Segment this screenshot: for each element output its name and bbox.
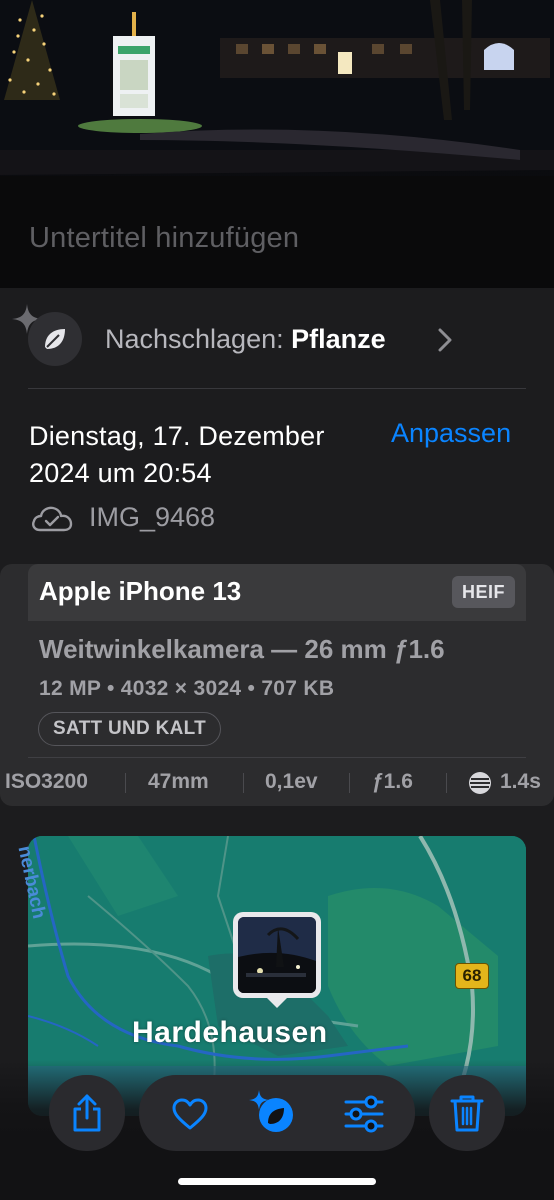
exif-focal-length: 47mm (148, 770, 209, 793)
visual-lookup-button[interactable] (246, 1088, 298, 1136)
divider (28, 757, 526, 758)
image-specs: 12 MP • 4032 × 3024 • 707 KB (39, 677, 335, 700)
exif-aperture: ƒ1.6 (372, 770, 413, 793)
photo-preview[interactable]: Untertitel hinzufügen (0, 0, 554, 288)
favorite-button[interactable] (170, 1094, 210, 1134)
photo-location-pin[interactable] (233, 912, 321, 998)
exif-row: ISO3200 47mm 0,1ev ƒ1.6 1.4s (0, 768, 554, 798)
map-place-label: Hardehausen (132, 1016, 328, 1049)
edit-button[interactable] (343, 1094, 385, 1134)
date-line-2: 2024 um 20:54 (29, 458, 212, 488)
date-line-1: Dienstag, 17. Dezember (29, 421, 325, 451)
home-indicator[interactable] (178, 1178, 376, 1185)
capture-date: Dienstag, 17. Dezember 2024 um 20:54 (29, 418, 379, 492)
share-icon (73, 1094, 101, 1132)
exif-separator (446, 773, 447, 793)
exif-separator (243, 773, 244, 793)
road-number-badge: 68 (455, 963, 489, 989)
lens-info: Weitwinkelkamera — 26 mm ƒ1.6 (39, 634, 445, 664)
caption-placeholder[interactable]: Untertitel hinzufügen (29, 222, 299, 255)
adjust-button[interactable]: Anpassen (391, 418, 511, 449)
shutter-icon (469, 772, 491, 794)
exif-separator (349, 773, 350, 793)
heart-icon (172, 1098, 208, 1130)
visual-lookup-icon (249, 1090, 293, 1132)
photographic-style-badge: SATT UND KALT (38, 712, 222, 746)
pin-thumbnail (238, 917, 316, 993)
exif-exposure: 0,1ev (265, 770, 318, 793)
share-button[interactable] (49, 1075, 125, 1151)
lookup-subject: Pflanze (291, 324, 386, 354)
lookup-label[interactable]: Nachschlagen: Pflanze (105, 324, 386, 355)
exif-separator (125, 773, 126, 793)
leaf-icon (28, 312, 82, 366)
exif-iso: ISO3200 (5, 770, 88, 793)
device-name: Apple iPhone 13 (39, 576, 242, 606)
format-badge: HEIF (452, 576, 515, 608)
chevron-right-icon (438, 328, 452, 352)
pin-pointer (265, 996, 289, 1008)
delete-button[interactable] (429, 1075, 505, 1151)
icloud-check-icon (32, 506, 73, 532)
trash-icon (450, 1095, 484, 1132)
lookup-prefix: Nachschlagen: (105, 324, 284, 354)
sliders-icon (344, 1095, 384, 1133)
exif-shutter-speed: 1.4s (500, 770, 541, 793)
divider (28, 388, 526, 389)
file-name: IMG_9468 (89, 502, 216, 532)
